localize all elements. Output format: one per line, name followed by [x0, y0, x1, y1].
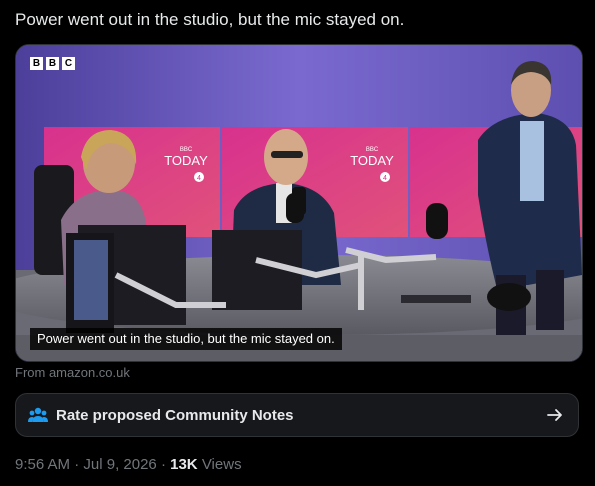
tweet-time[interactable]: 9:56 AM: [15, 456, 70, 473]
arrow-right-icon[interactable]: [546, 406, 564, 424]
screen-channel: 4: [197, 175, 201, 182]
studio-scene: BBC TODAY 4 BBC TODAY 4: [16, 45, 582, 361]
tweet-text: Power went out in the studio, but the mi…: [15, 10, 405, 29]
screen-channel: 4: [383, 175, 387, 182]
screen-brand: TODAY: [164, 153, 208, 168]
video-caption: Power went out in the studio, but the mi…: [30, 328, 342, 350]
meta-separator: ·: [156, 456, 171, 473]
community-notes-card[interactable]: Rate proposed Community Notes: [15, 393, 579, 437]
meta-separator: ·: [70, 456, 84, 473]
bbc-logo: B B C: [30, 57, 75, 70]
community-notes-label: Rate proposed Community Notes: [56, 406, 294, 424]
tweet-date[interactable]: Jul 9, 2026: [83, 456, 156, 473]
headphones: [487, 283, 531, 311]
video-media[interactable]: BBC TODAY 4 BBC TODAY 4 B B C Power went…: [15, 44, 583, 362]
media-source[interactable]: From amazon.co.uk: [15, 365, 130, 380]
views-label: Views: [197, 456, 242, 473]
microphone-middle: [286, 193, 304, 223]
tweet-meta: 9:56 AM · Jul 9, 2026 · 13K Views: [15, 456, 242, 473]
microphone-right: [426, 203, 448, 239]
bbc-logo-letter: B: [30, 57, 43, 70]
screen-brand: TODAY: [350, 153, 394, 168]
people-icon: [28, 405, 50, 425]
bbc-logo-letter: C: [62, 57, 75, 70]
views-count: 13K: [170, 456, 198, 473]
bbc-logo-letter: B: [46, 57, 59, 70]
